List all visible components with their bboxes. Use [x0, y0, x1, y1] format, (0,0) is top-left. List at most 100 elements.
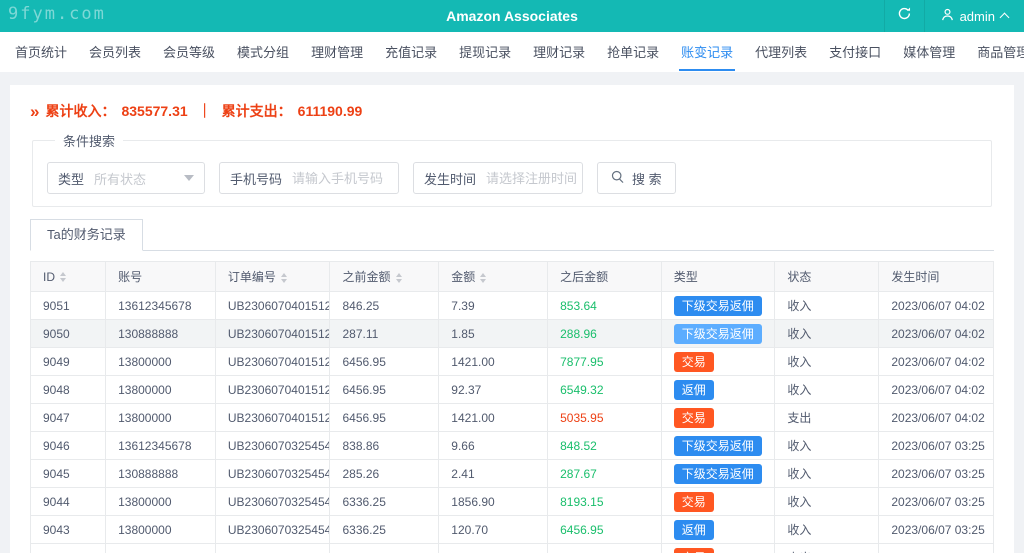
phone-field-group: 手机号码: [219, 162, 399, 194]
nav-item-1[interactable]: 首页统计: [7, 32, 75, 72]
table-row[interactable]: 9047 13800000 UB2306070401512976 6456.95…: [31, 404, 994, 432]
nav-item-3[interactable]: 会员等级: [155, 32, 223, 72]
column-header[interactable]: 金额: [439, 262, 548, 292]
nav-item-5[interactable]: 理财管理: [303, 32, 371, 72]
cell-before-amount: 285.26: [330, 460, 439, 488]
sort-icon[interactable]: [480, 273, 486, 283]
sort-icon[interactable]: [396, 273, 402, 283]
table-row[interactable]: 9048 13800000 UB2306070401512976 6456.95…: [31, 376, 994, 404]
type-select[interactable]: 类型 所有状态: [47, 162, 205, 194]
cell-account: 13800000: [106, 404, 216, 432]
table-row[interactable]: 9044 13800000 UB2306070325454514 6336.25…: [31, 488, 994, 516]
cell-type: 下级交易返佣: [661, 460, 775, 488]
cell-id: 9049: [31, 348, 106, 376]
cell-type: 下级交易返佣: [661, 292, 775, 320]
cell-account: 13800000: [106, 516, 216, 544]
table-row[interactable]: 9050 130888888 UB2306070401512976 287.11…: [31, 320, 994, 348]
type-badge[interactable]: 交易: [674, 408, 714, 428]
phone-input[interactable]: [292, 171, 398, 186]
column-header[interactable]: ID: [31, 262, 106, 292]
time-input[interactable]: [486, 171, 582, 186]
sort-icon[interactable]: [281, 273, 287, 283]
cell-type: 交易: [661, 348, 775, 376]
column-header[interactable]: 订单编号: [215, 262, 330, 292]
cell-amount: 120.70: [439, 516, 548, 544]
cell-account: 13800000: [106, 348, 216, 376]
cell-time: 2023/06/07 03:25: [879, 460, 994, 488]
watermark: 9fym.com: [8, 4, 106, 24]
cell-type: 返佣: [661, 516, 775, 544]
cell-amount: 9.66: [439, 432, 548, 460]
sort-icon[interactable]: [60, 272, 66, 282]
cell-account: 13612345678: [106, 292, 216, 320]
table-row[interactable]: 9042 13800000 UB2306070325454514 6336.25…: [31, 544, 994, 553]
nav-item-11[interactable]: 代理列表: [747, 32, 815, 72]
cell-amount: 1421.00: [439, 404, 548, 432]
cell-before-amount: 838.86: [330, 432, 439, 460]
nav-item-2[interactable]: 会员列表: [81, 32, 149, 72]
search-button[interactable]: 搜 索: [597, 162, 676, 194]
cell-time: 2023/06/07 03:25: [879, 488, 994, 516]
refresh-icon: [897, 6, 912, 26]
dropdown-caret-icon: [184, 175, 194, 181]
type-badge[interactable]: 下级交易返佣: [674, 436, 762, 456]
column-header: 发生时间: [879, 262, 994, 292]
nav-item-4[interactable]: 模式分组: [229, 32, 297, 72]
cell-id: 9044: [31, 488, 106, 516]
cell-time: 2023/06/07 03:25: [879, 432, 994, 460]
cell-before-amount: 6456.95: [330, 404, 439, 432]
cell-status: 收入: [775, 460, 879, 488]
nav-item-13[interactable]: 媒体管理: [895, 32, 963, 72]
cell-amount: 92.37: [439, 376, 548, 404]
cell-after-amount: 8193.15: [548, 488, 662, 516]
type-badge[interactable]: 返佣: [674, 520, 714, 540]
cell-time: 2023/06/07 03:25: [879, 516, 994, 544]
cell-before-amount: 6456.95: [330, 348, 439, 376]
table-row[interactable]: 9046 13612345678 UB2306070325454514 838.…: [31, 432, 994, 460]
nav-item-10[interactable]: 账变记录: [673, 32, 741, 72]
content-card: » 累计收入： 835577.31 ｜ 累计支出： 611190.99 条件搜索…: [10, 85, 1014, 553]
type-badge[interactable]: 下级交易返佣: [674, 296, 762, 316]
cell-before-amount: 6336.25: [330, 516, 439, 544]
nav-item-8[interactable]: 理财记录: [525, 32, 593, 72]
type-badge[interactable]: 交易: [674, 548, 714, 553]
search-panel: 条件搜索 类型 所有状态 手机号码 发生时间 搜 索: [32, 131, 992, 207]
cell-amount: 2.41: [439, 460, 548, 488]
table-row[interactable]: 9049 13800000 UB2306070401512976 6456.95…: [31, 348, 994, 376]
cell-time: 2023/06/07 04:02: [879, 348, 994, 376]
type-badge[interactable]: 下级交易返佣: [674, 464, 762, 484]
cell-before-amount: 6456.95: [330, 376, 439, 404]
totals-summary: » 累计收入： 835577.31 ｜ 累计支出： 611190.99: [30, 101, 994, 121]
cell-after-amount: 7877.95: [548, 348, 662, 376]
type-badge[interactable]: 返佣: [674, 380, 714, 400]
tab-financial-records[interactable]: Ta的财务记录: [30, 219, 143, 251]
cell-amount: 1856.90: [439, 544, 548, 553]
cell-after-amount: 848.52: [548, 432, 662, 460]
table-row[interactable]: 9051 13612345678 UB2306070401512976 846.…: [31, 292, 994, 320]
cell-order-no: UB2306070325454514: [215, 488, 330, 516]
nav-item-7[interactable]: 提现记录: [451, 32, 519, 72]
table-row[interactable]: 9045 130888888 UB2306070325454514 285.26…: [31, 460, 994, 488]
table-body: 9051 13612345678 UB2306070401512976 846.…: [31, 292, 994, 553]
total-expense-value: 611190.99: [298, 103, 363, 119]
cell-time: 2023/06/07 04:02: [879, 292, 994, 320]
nav-item-14[interactable]: 商品管理: [969, 32, 1024, 72]
caret-up-icon: [1000, 13, 1010, 23]
type-badge[interactable]: 交易: [674, 492, 714, 512]
cell-account: 13800000: [106, 488, 216, 516]
type-badge[interactable]: 下级交易返佣: [674, 324, 762, 344]
column-header[interactable]: 之前金额: [330, 262, 439, 292]
table-row[interactable]: 9043 13800000 UB2306070325454514 6336.25…: [31, 516, 994, 544]
cell-status: 收入: [775, 320, 879, 348]
user-menu[interactable]: admin: [924, 0, 1024, 32]
cell-type: 下级交易返佣: [661, 320, 775, 348]
nav-item-12[interactable]: 支付接口: [821, 32, 889, 72]
cell-order-no: UB2306070401512976: [215, 404, 330, 432]
refresh-button[interactable]: [884, 0, 924, 32]
type-badge[interactable]: 交易: [674, 352, 714, 372]
cell-id: 9042: [31, 544, 106, 553]
column-header: 账号: [106, 262, 216, 292]
cell-account: 130888888: [106, 460, 216, 488]
nav-item-6[interactable]: 充值记录: [377, 32, 445, 72]
nav-item-9[interactable]: 抢单记录: [599, 32, 667, 72]
